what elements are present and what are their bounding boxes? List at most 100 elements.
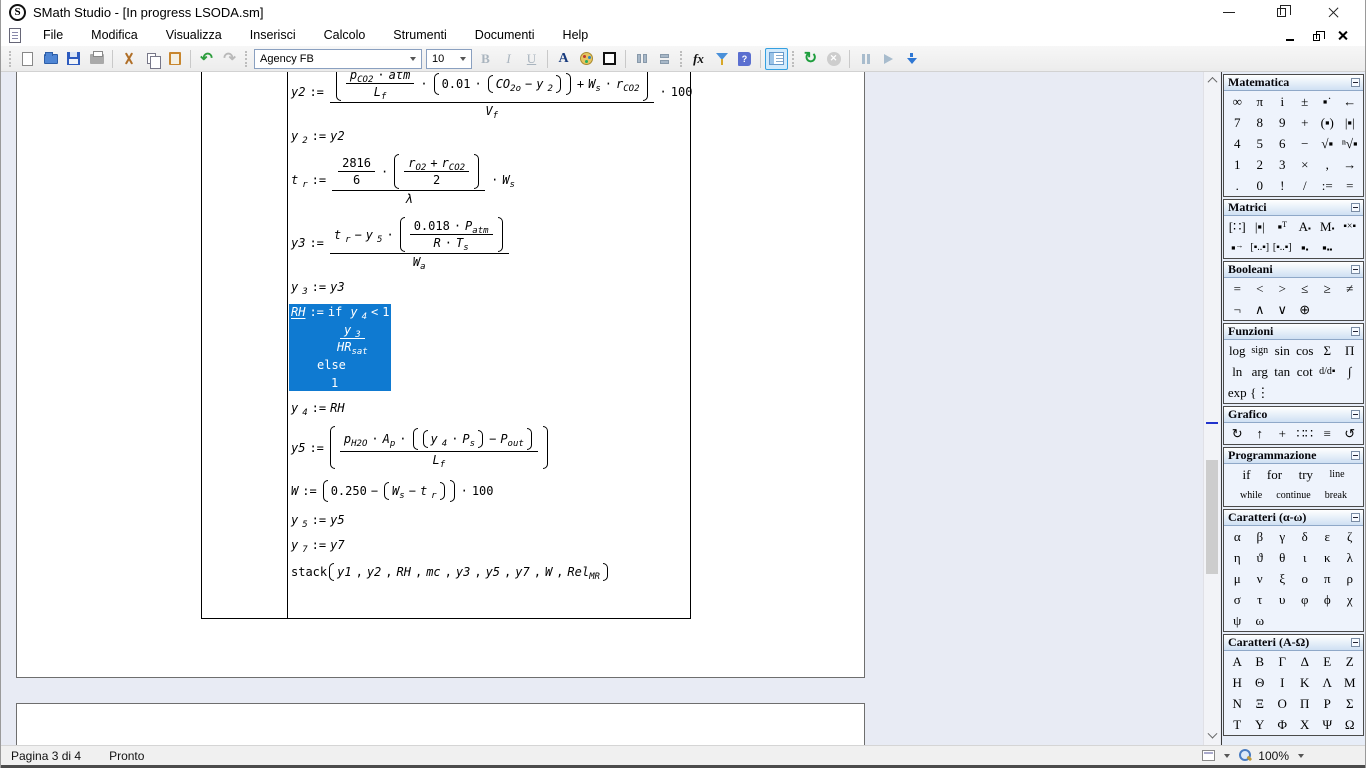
palette-button-Π[interactable]: Π: [1294, 694, 1317, 713]
palette-button-×[interactable]: ×: [1294, 155, 1317, 174]
palette-button-Θ[interactable]: Θ: [1249, 673, 1272, 692]
palette-button-→[interactable]: →: [1339, 155, 1362, 174]
formula-y2-def[interactable]: y2:=pCO2·atmLf·0.01·CO2o−y2+Ws·rCO2Vf·10…: [289, 72, 694, 119]
palette-button-+[interactable]: +: [1271, 424, 1294, 443]
collapse-icon[interactable]: [1351, 451, 1360, 460]
palette-button-+[interactable]: +: [1294, 113, 1317, 132]
formula-w-def[interactable]: W:=0.250−Ws−tr·100: [289, 479, 496, 503]
scroll-down-button[interactable]: [1204, 728, 1221, 745]
panel-header-caratteri-minuscole[interactable]: Caratteri (α-ω): [1224, 510, 1363, 526]
reference-book-button[interactable]: ?: [733, 48, 756, 70]
palette-button-Ι[interactable]: Ι: [1271, 673, 1294, 692]
palette-button-6[interactable]: 6: [1271, 134, 1294, 153]
palette-button-i[interactable]: i: [1271, 92, 1294, 111]
palette-button-Σ[interactable]: Σ: [1339, 694, 1362, 713]
palette-button-5[interactable]: 5: [1249, 134, 1272, 153]
palette-button-α[interactable]: α: [1226, 527, 1249, 546]
palette-button-σ[interactable]: σ: [1226, 590, 1249, 609]
palette-button-←[interactable]: ←: [1339, 92, 1362, 111]
palette-button-<[interactable]: <: [1249, 279, 1272, 298]
formula-y3-assign[interactable]: y3:=y3: [289, 279, 347, 295]
palette-button-β[interactable]: β: [1249, 527, 1272, 546]
align-vertical-button[interactable]: [653, 48, 676, 70]
palette-button-≡[interactable]: ≡: [1316, 424, 1339, 443]
align-horizontal-button[interactable]: [630, 48, 653, 70]
palette-button-≥[interactable]: ≥: [1316, 279, 1339, 298]
copy-button[interactable]: [140, 48, 163, 70]
interrupt-button[interactable]: ✕: [822, 48, 845, 70]
palette-button-Ν[interactable]: Ν: [1226, 694, 1249, 713]
cut-button[interactable]: [117, 48, 140, 70]
palette-button-Χ[interactable]: Χ: [1294, 715, 1317, 734]
formula-y2-assign[interactable]: y2:=y2: [289, 128, 347, 144]
palette-button-Ο[interactable]: Ο: [1271, 694, 1294, 713]
palette-button-ε[interactable]: ε: [1316, 527, 1339, 546]
palette-button-¬[interactable]: ¬: [1226, 300, 1249, 319]
palette-button-≤[interactable]: ≤: [1294, 279, 1317, 298]
panel-header-grafico[interactable]: Grafico: [1224, 407, 1363, 423]
palette-button-Σ[interactable]: Σ: [1316, 341, 1339, 360]
palette-button-−[interactable]: −: [1294, 134, 1317, 153]
filter-button[interactable]: [710, 48, 733, 70]
palette-button-cos[interactable]: cos: [1294, 341, 1317, 360]
palette-button-±[interactable]: ±: [1294, 92, 1317, 111]
palette-button-A[interactable]: A▪: [1294, 217, 1317, 236]
palette-button-break[interactable]: break: [1325, 486, 1347, 505]
view-mode-icon[interactable]: [1202, 750, 1215, 761]
palette-button-▪[interactable]: ▪▪: [1294, 238, 1317, 257]
palette-button-Ξ[interactable]: Ξ: [1249, 694, 1272, 713]
palette-button-for[interactable]: for: [1267, 465, 1282, 484]
palette-button-η[interactable]: η: [1226, 548, 1249, 567]
collapse-icon[interactable]: [1351, 410, 1360, 419]
font-size-combobox[interactable]: 10: [426, 49, 472, 69]
palette-button-ⁿ√▪[interactable]: ⁿ√▪: [1339, 134, 1362, 153]
palette-button-ϑ[interactable]: ϑ: [1249, 548, 1272, 567]
mdi-restore-button[interactable]: [1309, 29, 1323, 41]
bold-button[interactable]: B: [474, 48, 497, 70]
palette-button-ψ[interactable]: ψ: [1226, 611, 1249, 630]
palette-button-|▪|[interactable]: |▪|: [1339, 113, 1362, 132]
background-color-button[interactable]: [575, 48, 598, 70]
formula-tr-def[interactable]: tr:=28166·rO2+rCO22λ·Ws: [289, 153, 517, 207]
new-file-button[interactable]: [16, 48, 39, 70]
menu-item-inserisci[interactable]: Inserisci: [236, 26, 310, 44]
panel-header-matematica[interactable]: Matematica: [1224, 75, 1363, 91]
palette-button-▪[interactable]: ▪→: [1226, 238, 1249, 257]
collapse-icon[interactable]: [1351, 327, 1360, 336]
palette-button-κ[interactable]: κ: [1316, 548, 1339, 567]
palette-button-δ[interactable]: δ: [1294, 527, 1317, 546]
palette-button-Λ[interactable]: Λ: [1316, 673, 1339, 692]
palette-button-∫[interactable]: ∫: [1339, 362, 1362, 381]
palette-button-≠[interactable]: ≠: [1339, 279, 1362, 298]
palette-button-φ[interactable]: φ: [1294, 590, 1317, 609]
scrollbar-thumb[interactable]: [1206, 460, 1218, 574]
palette-button-cot[interactable]: cot: [1294, 362, 1317, 381]
palette-button-Η[interactable]: Η: [1226, 673, 1249, 692]
menu-item-file[interactable]: File: [29, 26, 77, 44]
print-button[interactable]: [85, 48, 108, 70]
palette-button-∷∷[interactable]: ∷∷: [1294, 424, 1317, 443]
menu-item-visualizza[interactable]: Visualizza: [152, 26, 236, 44]
vertical-scrollbar[interactable]: [1203, 72, 1220, 745]
palette-button-Ψ[interactable]: Ψ: [1316, 715, 1339, 734]
palette-button-Α[interactable]: Α: [1226, 652, 1249, 671]
palette-button-Ω[interactable]: Ω: [1339, 715, 1362, 734]
redo-button[interactable]: ↷: [218, 48, 241, 70]
formula-rh-def[interactable]: RH:=ify4<1y3HRsatelse1: [289, 304, 391, 391]
insert-result-button[interactable]: [900, 48, 923, 70]
palette-button-θ[interactable]: θ: [1271, 548, 1294, 567]
palette-button-▪˙[interactable]: ▪˙: [1316, 92, 1339, 111]
run-button[interactable]: [877, 48, 900, 70]
collapse-icon[interactable]: [1351, 513, 1360, 522]
palette-button-d/d▪[interactable]: d/d▪: [1316, 362, 1339, 381]
restore-button[interactable]: [1269, 3, 1293, 21]
palette-button-√▪[interactable]: √▪: [1316, 134, 1339, 153]
palette-button-↻[interactable]: ↻: [1226, 424, 1249, 443]
palette-button-Ε[interactable]: Ε: [1316, 652, 1339, 671]
mdi-minimize-button[interactable]: [1283, 29, 1297, 41]
palette-button-ρ[interactable]: ρ: [1339, 569, 1362, 588]
insert-function-button[interactable]: fx: [687, 48, 710, 70]
palette-button-=[interactable]: =: [1339, 176, 1362, 195]
palette-button-7[interactable]: 7: [1226, 113, 1249, 132]
palette-button-ln[interactable]: ln: [1226, 362, 1249, 381]
